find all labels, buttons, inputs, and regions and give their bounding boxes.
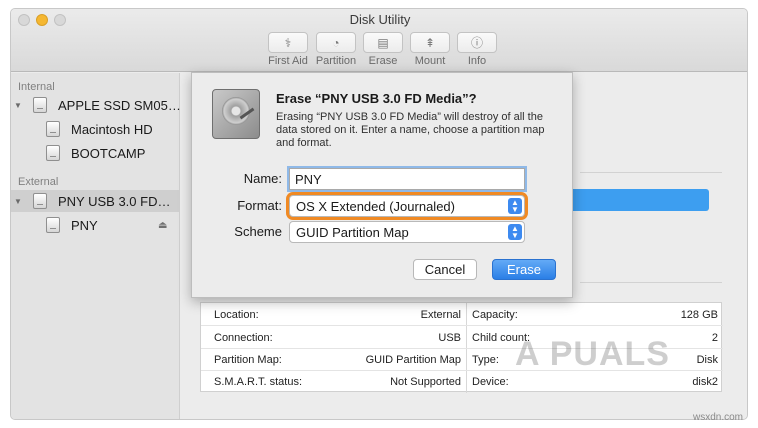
partition-map-label: Partition Map: [214, 354, 282, 366]
sidebar-item-label: PNY [71, 217, 98, 233]
partition-button[interactable]: ◔ [316, 32, 356, 53]
mount-icon: ⇞ [424, 35, 436, 50]
hard-drive-icon [212, 89, 260, 139]
window-title: Disk Utility [349, 12, 411, 27]
sidebar-header-external: External [18, 176, 59, 188]
partition-map-value: GUID Partition Map [365, 354, 461, 366]
disclosure-triangle-icon[interactable]: ▼ [14, 197, 22, 206]
erase-confirm-button[interactable]: Erase [492, 259, 556, 280]
disk-icon [33, 97, 47, 113]
usage-bar [562, 189, 709, 211]
sidebar: Internal ▼ APPLE SSD SM05… Macintosh HD … [11, 73, 181, 419]
eject-icon[interactable]: ⏏ [158, 220, 167, 231]
stethoscope-icon: ⚕ [284, 35, 292, 50]
first-aid-button[interactable]: ⚕ [268, 32, 308, 53]
cancel-button[interactable]: Cancel [413, 259, 477, 280]
name-input[interactable] [289, 168, 525, 190]
sidebar-header-internal: Internal [18, 81, 55, 93]
sheet-description: Erasing “PNY USB 3.0 FD Media” will dest… [276, 111, 545, 149]
sidebar-item-apple-ssd[interactable]: ▼ APPLE SSD SM05… [11, 94, 181, 116]
info-label: Info [467, 55, 487, 67]
name-label: Name: [243, 171, 282, 186]
sidebar-item-label: BOOTCAMP [71, 145, 146, 161]
sidebar-item-macintosh-hd[interactable]: Macintosh HD [11, 118, 180, 140]
pie-chart-icon: ◔ [332, 35, 340, 50]
divider [580, 172, 722, 173]
capacity-value: 128 GB [680, 309, 718, 321]
smart-status-label: S.M.A.R.T. status: [214, 376, 303, 388]
mount-button[interactable]: ⇞ [410, 32, 450, 53]
connection-label: Connection: [214, 332, 273, 344]
sidebar-item-label: PNY USB 3.0 FD… [58, 193, 171, 209]
watermark-credit: wsxdn.com [693, 412, 744, 423]
usb-disk-icon [33, 193, 47, 209]
format-value: OS X Extended (Journaled) [296, 198, 455, 214]
title-bar: Disk Utility ⚕ First Aid ◔ Partition ▤ E… [11, 9, 747, 72]
divider [580, 282, 722, 283]
volume-icon [46, 145, 60, 161]
scheme-value: GUID Partition Map [296, 224, 409, 240]
sidebar-item-label: APPLE SSD SM05… [58, 97, 181, 113]
erase-sheet: Erase “PNY USB 3.0 FD Media”? Erasing “P… [191, 72, 573, 298]
sidebar-item-label: Macintosh HD [71, 121, 153, 137]
smart-status-value: Not Supported [390, 376, 461, 388]
erase-icon: ▤ [377, 35, 389, 50]
sheet-title: Erase “PNY USB 3.0 FD Media”? [276, 91, 477, 106]
disclosure-triangle-icon[interactable]: ▼ [14, 101, 22, 110]
format-popup[interactable]: OS X Extended (Journaled) ▲ ▼ [289, 195, 525, 217]
volume-icon [46, 121, 60, 137]
scheme-popup[interactable]: GUID Partition Map ▲ ▼ [289, 221, 525, 243]
format-label: Format: [237, 198, 282, 213]
sidebar-item-pny[interactable]: PNY ⏏ [11, 214, 180, 236]
device-value: disk2 [692, 376, 718, 388]
watermark-logo: A PUALS [515, 335, 670, 373]
chevron-updown-icon: ▲ ▼ [508, 224, 522, 240]
scheme-label: Scheme [234, 224, 282, 239]
location-label: Location: [214, 309, 259, 321]
info-icon: ⓘ [470, 36, 483, 50]
connection-value: USB [438, 332, 461, 344]
info-button[interactable]: ⓘ [457, 32, 497, 53]
sidebar-item-bootcamp[interactable]: BOOTCAMP [11, 142, 180, 164]
capacity-label: Capacity: [472, 309, 518, 321]
sidebar-item-pny-usb[interactable]: ▼ PNY USB 3.0 FD… [11, 190, 180, 212]
volume-icon [46, 217, 60, 233]
erase-button[interactable]: ▤ [363, 32, 403, 53]
device-label: Device: [472, 376, 509, 388]
type-label: Type: [472, 354, 499, 366]
chevron-updown-icon: ▲ ▼ [508, 198, 522, 214]
location-value: External [420, 309, 461, 321]
